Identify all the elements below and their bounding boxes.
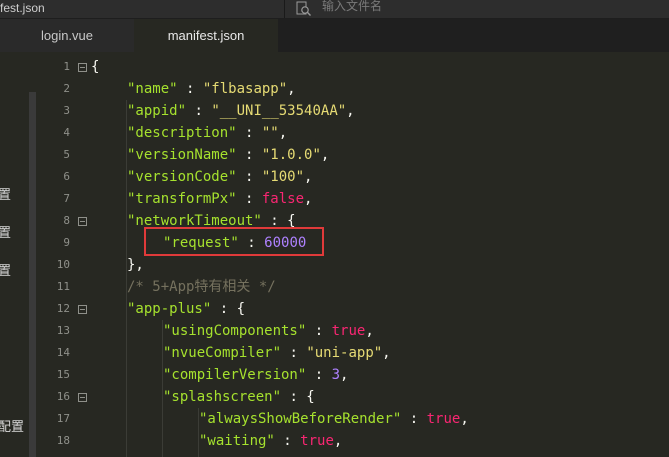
line-number: 15 [56, 368, 70, 381]
line-number: 6 [63, 170, 70, 183]
line-number: 14 [56, 346, 70, 359]
line-number: 9 [63, 236, 70, 249]
code-line-17: "alwaysShowBeforeRender" : true, [199, 411, 469, 427]
tab-manifest-json[interactable]: manifest.json [134, 19, 278, 52]
line-number: 16 [56, 390, 70, 403]
code-line-3: "appid" : "__UNI__53540AA", [127, 103, 355, 119]
code-line-7: "transformPx" : false, [127, 191, 313, 207]
sidebar-scrollbar[interactable] [29, 92, 36, 457]
line-number: 2 [63, 82, 70, 95]
line-number: 5 [63, 148, 70, 161]
line-number: 13 [56, 324, 70, 337]
line-number: 1 [63, 60, 70, 73]
search-file-icon[interactable] [296, 1, 312, 17]
line-number: 7 [63, 192, 70, 205]
file-path-label: fest.json [0, 1, 45, 15]
divider [284, 0, 285, 18]
project-sidebar: 置 置 置 配置 [0, 52, 36, 457]
line-number: 8 [63, 214, 70, 227]
line-number: 12 [56, 302, 70, 315]
tab-login-vue[interactable]: login.vue [0, 19, 134, 52]
sidebar-item-text[interactable]: 置 [0, 260, 11, 279]
code-line-15: "compilerVersion" : 3, [163, 367, 349, 383]
sidebar-item-text[interactable]: 置 [0, 184, 11, 203]
top-bar: fest.json [0, 0, 669, 19]
file-search-input[interactable] [318, 0, 669, 15]
code-line-10: }, [127, 257, 144, 273]
line-number: 17 [56, 412, 70, 425]
code-line-13: "usingComponents" : true, [163, 323, 374, 339]
sidebar-item-text[interactable]: 配置 [0, 416, 24, 435]
fold-toggle-icon[interactable] [78, 393, 87, 402]
fold-toggle-icon[interactable] [78, 305, 87, 314]
code-line-12: "app-plus" : { [127, 301, 246, 317]
line-number: 10 [56, 258, 70, 271]
code-line-1: { [91, 59, 100, 75]
tab-bar: login.vue manifest.json [0, 19, 669, 52]
code-line-6: "versionCode" : "100", [127, 169, 313, 185]
line-number: 18 [56, 434, 70, 447]
code-line-2: "name" : "flbasapp", [127, 81, 296, 97]
sidebar-item-text[interactable]: 置 [0, 222, 11, 241]
fold-toggle-icon[interactable] [78, 217, 87, 226]
code-line-11: /* 5+App特有相关 */ [127, 279, 276, 295]
fold-toggle-icon[interactable] [78, 63, 87, 72]
code-line-5: "versionName" : "1.0.0", [127, 147, 330, 163]
code-line-4: "description" : "", [127, 125, 288, 141]
highlight-annotation-box [144, 227, 324, 256]
line-number: 4 [63, 126, 70, 139]
code-line-16: "splashscreen" : { [163, 389, 315, 405]
code-line-18: "waiting" : true, [199, 433, 343, 449]
code-line-14: "nvueCompiler" : "uni-app", [163, 345, 391, 361]
line-number: 3 [63, 104, 70, 117]
line-number: 11 [56, 280, 70, 293]
